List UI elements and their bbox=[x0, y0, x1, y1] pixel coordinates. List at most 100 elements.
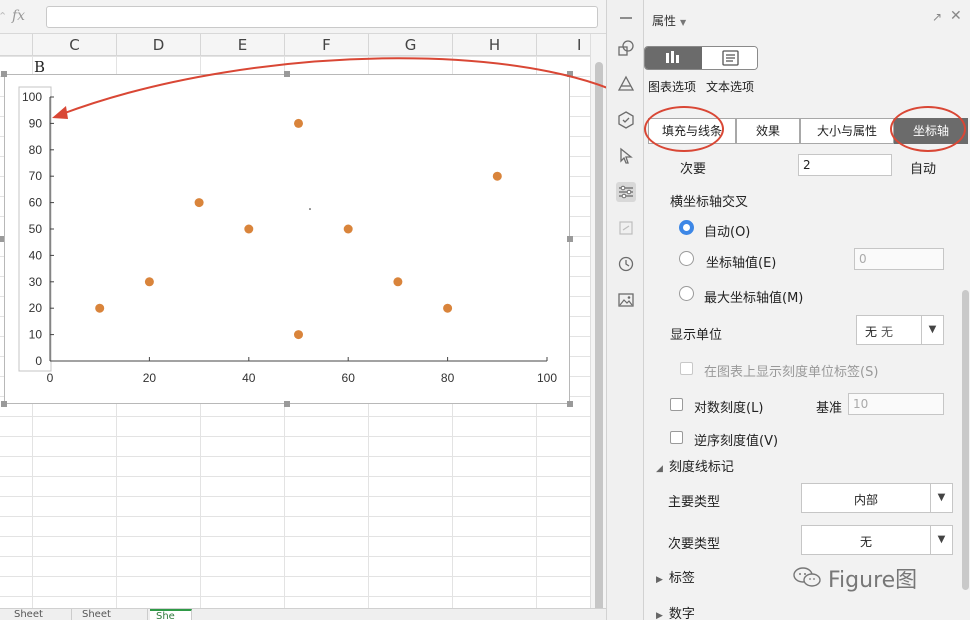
log-base-label: 基准 bbox=[816, 401, 843, 416]
data-point bbox=[144, 277, 154, 287]
number-section[interactable]: ▶ 数字 bbox=[656, 603, 695, 620]
sheet-tab[interactable]: Sheet bbox=[8, 609, 72, 620]
sheet-tab-active[interactable]: She bbox=[150, 609, 192, 620]
resize-handle[interactable] bbox=[0, 236, 4, 242]
radio-auto[interactable] bbox=[679, 220, 694, 235]
chart-options-label[interactable]: 图表选项 bbox=[648, 78, 696, 95]
tick-marks-heading: 刻度线标记 bbox=[668, 460, 734, 475]
panel-title: 属性 bbox=[652, 14, 677, 28]
wechat-icon bbox=[793, 567, 821, 587]
minor-type-label: 次要类型 bbox=[668, 537, 721, 552]
chart-area[interactable]: 0 10 20 30 40 50 60 70 80 90 100 0 20 40 60 80 100 bbox=[4, 74, 570, 404]
y-tick-label: 20 bbox=[29, 301, 43, 315]
radio-auto-label[interactable]: 自动(O) bbox=[704, 221, 750, 240]
panel-scrollbar[interactable] bbox=[962, 290, 969, 590]
chevron-down-icon[interactable]: ▼ bbox=[930, 484, 952, 512]
watermark-text: Figure图 bbox=[828, 568, 918, 593]
x-tick-label: 60 bbox=[342, 371, 356, 385]
column-header-c[interactable]: C bbox=[32, 34, 116, 56]
resize-handle[interactable] bbox=[567, 236, 573, 242]
radio-max-axis-value[interactable] bbox=[679, 286, 694, 301]
image-icon[interactable] bbox=[616, 290, 636, 310]
x-tick-label: 0 bbox=[47, 371, 54, 385]
resize-handle[interactable] bbox=[284, 71, 290, 77]
labels-section[interactable]: ▶ 标签 bbox=[656, 567, 695, 586]
minor-unit-label: 次要 bbox=[680, 162, 707, 177]
minor-unit-field[interactable]: 2 bbox=[798, 154, 892, 176]
reverse-order-checkbox[interactable] bbox=[670, 431, 683, 444]
data-point bbox=[393, 277, 403, 287]
fx-label[interactable]: fx bbox=[12, 8, 25, 24]
x-tick-label: 20 bbox=[143, 371, 157, 385]
resize-handle[interactable] bbox=[1, 401, 7, 407]
formula-input[interactable] bbox=[46, 6, 598, 28]
minor-type-select[interactable]: 无 ▼ bbox=[801, 525, 953, 555]
column-header-g[interactable]: G bbox=[368, 34, 452, 56]
tab-size-and-properties[interactable]: 大小与属性 bbox=[800, 118, 894, 144]
resize-handle[interactable] bbox=[567, 71, 573, 77]
scatter-chart[interactable]: 0 10 20 30 40 50 60 70 80 90 100 0 20 40 60 80 100 bbox=[5, 75, 571, 405]
major-type-select[interactable]: 内部 ▼ bbox=[801, 483, 953, 513]
settings-sliders-icon[interactable] bbox=[616, 182, 636, 202]
data-point bbox=[294, 118, 303, 128]
style-icon[interactable] bbox=[616, 74, 636, 94]
data-point bbox=[244, 224, 254, 234]
log-scale-label[interactable]: 对数刻度(L) bbox=[694, 397, 763, 416]
resize-handle[interactable] bbox=[1, 71, 7, 77]
data-point bbox=[294, 330, 303, 340]
pin-icon[interactable]: ↗ bbox=[932, 10, 942, 24]
scrollbar-thumb[interactable] bbox=[595, 62, 603, 620]
collapse-icon[interactable] bbox=[616, 8, 636, 28]
data-point bbox=[443, 303, 453, 313]
collapse-triangle-icon: ◢ bbox=[656, 464, 663, 474]
radio-max-axis-value-label[interactable]: 最大坐标轴值(M) bbox=[704, 287, 803, 306]
x-tick-label: 40 bbox=[242, 371, 256, 385]
cancel-edit-icon[interactable]: ⌃ bbox=[0, 10, 7, 23]
annotation-oval-fill-tab bbox=[644, 106, 724, 152]
panel-title-dropdown[interactable]: 属性 ▼ bbox=[652, 12, 686, 29]
close-icon[interactable]: ✕ bbox=[950, 8, 962, 24]
text-options-label[interactable]: 文本选项 bbox=[706, 78, 754, 95]
text-options-toggle[interactable] bbox=[702, 47, 757, 69]
y-tick-label: 70 bbox=[29, 169, 43, 183]
reverse-order-label[interactable]: 逆序刻度值(V) bbox=[694, 430, 778, 449]
chart-element-icon[interactable] bbox=[616, 110, 636, 130]
expand-triangle-icon: ▶ bbox=[656, 575, 663, 585]
sheet-tab[interactable]: Sheet bbox=[76, 609, 148, 620]
spreadsheet-area: ⌃ fx C D E F G H I B 0 10 20 30 40 50 60 70 80 90… bbox=[0, 0, 606, 620]
column-header-f[interactable]: F bbox=[284, 34, 368, 56]
chart-options-toggle[interactable] bbox=[645, 47, 702, 69]
column-header-e[interactable]: E bbox=[200, 34, 284, 56]
options-type-toggle[interactable] bbox=[644, 46, 758, 70]
show-unit-label-checkbox[interactable] bbox=[680, 362, 693, 375]
chevron-down-icon[interactable]: ▼ bbox=[921, 316, 943, 344]
column-header-d[interactable]: D bbox=[116, 34, 200, 56]
column-header-h[interactable]: H bbox=[452, 34, 536, 56]
radio-axis-value[interactable] bbox=[679, 251, 694, 266]
data-point bbox=[492, 171, 502, 181]
formula-bar: ⌃ fx bbox=[0, 0, 606, 34]
show-unit-label-text: 在图表上显示刻度单位标签(S) bbox=[704, 365, 879, 380]
display-unit-label: 显示单位 bbox=[670, 328, 723, 343]
tick-marks-section[interactable]: ◢ 刻度线标记 bbox=[656, 456, 734, 475]
resize-handle[interactable] bbox=[567, 401, 573, 407]
display-unit-select[interactable]: 无 无 ▼ bbox=[856, 315, 944, 345]
vertical-scrollbar[interactable] bbox=[590, 34, 606, 620]
axis-value-field[interactable]: 0 bbox=[854, 248, 944, 270]
chevron-down-icon[interactable]: ▼ bbox=[930, 526, 952, 554]
radio-axis-value-label[interactable]: 坐标轴值(E) bbox=[706, 252, 776, 271]
tab-effects[interactable]: 效果 bbox=[736, 118, 800, 144]
major-type-value: 内部 bbox=[853, 493, 878, 507]
history-icon[interactable] bbox=[616, 254, 636, 274]
refresh-icon[interactable] bbox=[616, 218, 636, 238]
cursor-icon[interactable] bbox=[616, 146, 636, 166]
minor-unit-auto[interactable]: 自动 bbox=[910, 158, 936, 177]
sidebar-icon-strip bbox=[606, 0, 644, 620]
data-point bbox=[95, 303, 105, 313]
labels-heading: 标签 bbox=[668, 571, 695, 586]
shapes-icon[interactable] bbox=[616, 38, 636, 58]
y-tick-label: 80 bbox=[29, 143, 43, 157]
log-base-field[interactable]: 10 bbox=[848, 393, 944, 415]
resize-handle[interactable] bbox=[284, 401, 290, 407]
log-scale-checkbox[interactable] bbox=[670, 398, 683, 411]
